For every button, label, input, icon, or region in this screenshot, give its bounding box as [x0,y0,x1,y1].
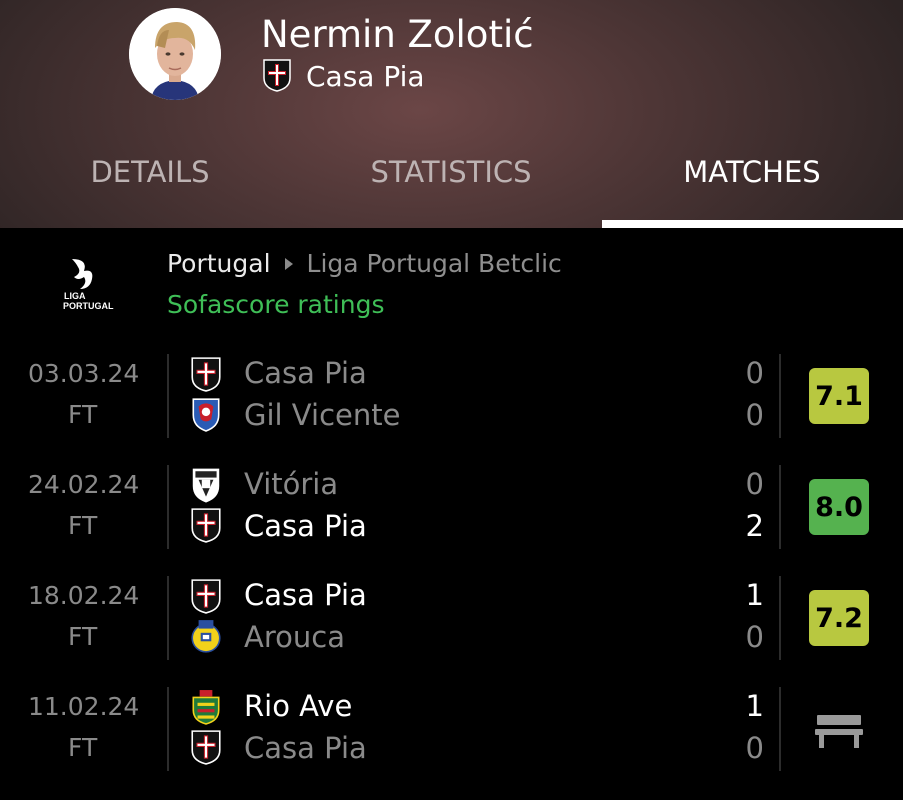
match-date: 18.02.24 [28,581,140,610]
match-status: FT [68,400,98,429]
match-date: 24.02.24 [28,470,140,499]
ratings-label: Sofascore ratings [167,290,385,319]
divider [779,576,781,660]
away-team-name: Casa Pia [244,731,367,765]
away-team-name: Gil Vicente [244,398,401,432]
divider [167,465,169,549]
bench-icon [815,715,863,748]
arouca-crest-icon [191,620,221,653]
away-score: 0 [745,731,764,765]
match-date: 11.02.24 [28,692,140,721]
home-score: 1 [745,578,764,612]
player-team-name[interactable]: Casa Pia [306,60,425,93]
home-score: 1 [745,689,764,723]
match-row[interactable]: 18.02.24 FT Casa Pia 1 Arouca 0 7.2 [0,576,903,666]
active-tab-indicator [602,220,903,228]
casa-pia-crest-icon [263,59,291,92]
player-avatar [129,8,221,100]
tab-matches[interactable]: MATCHES [683,155,820,189]
gil-vicente-crest-icon [192,398,220,432]
divider [167,687,169,771]
divider [167,354,169,438]
player-name: Nermin Zolotić [261,13,534,56]
home-team-name: Casa Pia [244,578,367,612]
tab-details[interactable]: DETAILS [90,155,209,189]
home-team-name: Casa Pia [244,356,367,390]
divider [779,465,781,549]
divider [779,354,781,438]
rating-badge: 7.2 [809,590,869,646]
match-date: 03.03.24 [28,359,140,388]
league-breadcrumb[interactable]: Portugal Liga Portugal Betclic [167,249,562,278]
rio-ave-crest-icon [192,690,220,725]
divider [167,576,169,660]
match-status: FT [68,511,98,540]
casa-pia-crest-icon [191,730,221,765]
match-status: FT [68,622,98,651]
liga-portugal-logo-icon: LIGA PORTUGAL [63,259,114,311]
home-score: 0 [745,467,764,501]
away-team-name: Arouca [244,620,345,654]
match-row[interactable]: 11.02.24 FT Rio Ave 1 Casa Pia 0 [0,687,903,777]
rating-badge: 7.1 [809,368,869,424]
away-score: 0 [745,620,764,654]
player-header: Nermin Zolotić Casa Pia DETAILS STATISTI… [0,0,903,228]
tab-statistics[interactable]: STATISTICS [370,155,531,189]
rating-badge: 8.0 [809,479,869,535]
casa-pia-crest-icon [191,579,221,614]
chevron-right-icon [284,257,293,270]
away-score: 0 [745,398,764,432]
home-team-name: Vitória [244,467,339,501]
match-status: FT [68,733,98,762]
divider [779,687,781,771]
casa-pia-crest-icon [191,357,221,392]
casa-pia-crest-icon [191,508,221,543]
league-logo-text-2: PORTUGAL [63,301,114,311]
home-score: 0 [745,356,764,390]
breadcrumb-country[interactable]: Portugal [167,249,271,278]
league-logo-text-1: LIGA [64,291,86,301]
match-row[interactable]: 24.02.24 FT Vitória 0 Casa Pia 2 8.0 [0,465,903,555]
breadcrumb-league[interactable]: Liga Portugal Betclic [307,249,562,278]
away-score: 2 [745,509,764,543]
home-team-name: Rio Ave [244,689,353,723]
match-row[interactable]: 03.03.24 FT Casa Pia 0 Gil Vicente 0 7.1 [0,354,903,444]
vitoria-crest-icon [192,468,220,503]
away-team-name: Casa Pia [244,509,367,543]
